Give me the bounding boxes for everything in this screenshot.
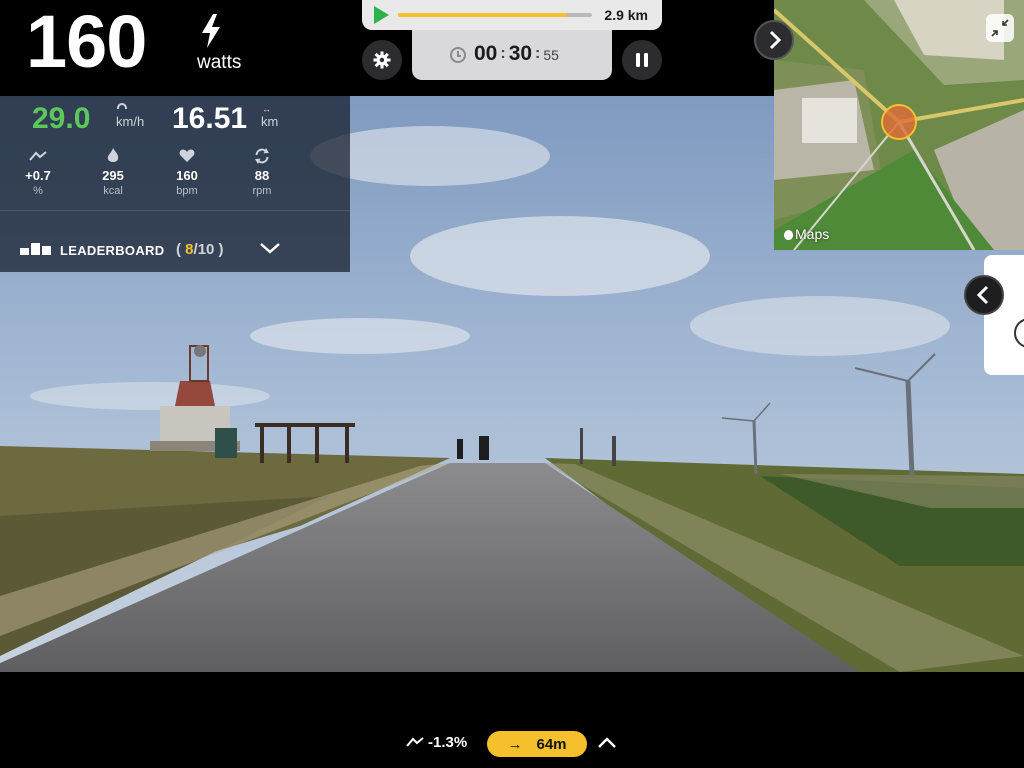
pause-icon bbox=[636, 53, 640, 67]
collapse-map-button[interactable] bbox=[986, 14, 1014, 42]
distance-value: 16.51 bbox=[172, 102, 248, 135]
map-attribution: Maps bbox=[784, 226, 829, 242]
chevron-down-icon[interactable] bbox=[258, 241, 282, 255]
route-progress-fill bbox=[398, 13, 567, 17]
leaderboard-position: 8 bbox=[185, 241, 194, 258]
heart-icon bbox=[179, 149, 195, 162]
elapsed-time: 00:30:55 bbox=[474, 42, 559, 65]
cadence-unit: rpm bbox=[252, 185, 272, 197]
leaderboard-label[interactable]: LEADERBOARD bbox=[60, 243, 164, 258]
distance-arrows-icon: ↔ bbox=[262, 104, 271, 114]
expand-map-button[interactable] bbox=[754, 20, 794, 60]
calories-value: 295 bbox=[102, 168, 124, 183]
play-icon[interactable] bbox=[374, 6, 389, 24]
timer-card: 00:30:55 bbox=[412, 30, 612, 80]
distance-unit: km bbox=[261, 114, 279, 129]
gear-icon bbox=[373, 51, 391, 69]
chevron-left-icon bbox=[976, 285, 989, 305]
route-progress-bar bbox=[398, 13, 592, 17]
arrow-right-icon: → bbox=[507, 735, 523, 753]
clock-icon bbox=[450, 47, 466, 63]
timer-minutes: 30 bbox=[508, 42, 533, 65]
grade-unit: % bbox=[33, 185, 43, 197]
heart-rate-value: 160 bbox=[176, 168, 198, 183]
next-turn-badge: → 64m bbox=[487, 731, 587, 757]
power-unit: watts bbox=[197, 52, 242, 73]
top-bar: 160 watts 2.9 km 00:30:55 bbox=[0, 0, 774, 96]
pause-button[interactable] bbox=[622, 40, 662, 80]
cadence-value: 88 bbox=[254, 168, 270, 183]
timer-hours: 00 bbox=[474, 42, 498, 65]
drawer-ring-icon bbox=[1014, 318, 1024, 348]
route-progress-card: 2.9 km bbox=[362, 0, 662, 30]
grade-value: +0.7 bbox=[25, 168, 51, 183]
grade-icon bbox=[29, 151, 47, 161]
map-label: Maps bbox=[795, 226, 830, 242]
bottom-bar: -1.3% → 64m bbox=[0, 672, 1024, 768]
stat-cadence: 88 rpm bbox=[232, 148, 292, 197]
stat-heart-rate: 160 bpm bbox=[157, 148, 217, 197]
flame-icon bbox=[107, 148, 119, 162]
leaderboard-rank: ( 8/10 ) bbox=[176, 241, 224, 258]
upcoming-grade-icon bbox=[406, 737, 424, 747]
collapse-icon bbox=[991, 19, 1009, 37]
bolt-icon bbox=[202, 14, 220, 48]
power-value: 160 bbox=[26, 0, 147, 83]
leaderboard-icon bbox=[20, 243, 51, 255]
chevron-right-icon bbox=[769, 30, 782, 50]
speed-unit: km/h bbox=[116, 114, 145, 129]
speed-value: 29.0 bbox=[32, 102, 91, 135]
timer-seconds: 55 bbox=[543, 47, 559, 63]
settings-button[interactable] bbox=[362, 40, 402, 80]
calories-unit: kcal bbox=[103, 185, 123, 197]
heart-rate-unit: bpm bbox=[176, 185, 198, 197]
apple-icon bbox=[784, 230, 793, 240]
stat-grade: +0.7 % bbox=[8, 148, 68, 197]
cadence-icon bbox=[255, 148, 269, 164]
metrics-divider bbox=[0, 210, 350, 211]
upcoming-grade: -1.3% bbox=[428, 734, 468, 751]
metrics-panel: 29.0 km/h 16.51 ↔ km +0.7 % 295 kcal 160… bbox=[0, 96, 350, 272]
next-turn-distance: 64m bbox=[536, 735, 567, 753]
chevron-up-icon[interactable] bbox=[596, 736, 618, 750]
toggle-drawer-button[interactable] bbox=[964, 275, 1004, 315]
route-remaining-distance: 2.9 km bbox=[604, 7, 648, 23]
leaderboard-total: 10 bbox=[197, 241, 215, 258]
speedometer-icon bbox=[117, 103, 127, 109]
stat-calories: 295 kcal bbox=[83, 148, 143, 197]
